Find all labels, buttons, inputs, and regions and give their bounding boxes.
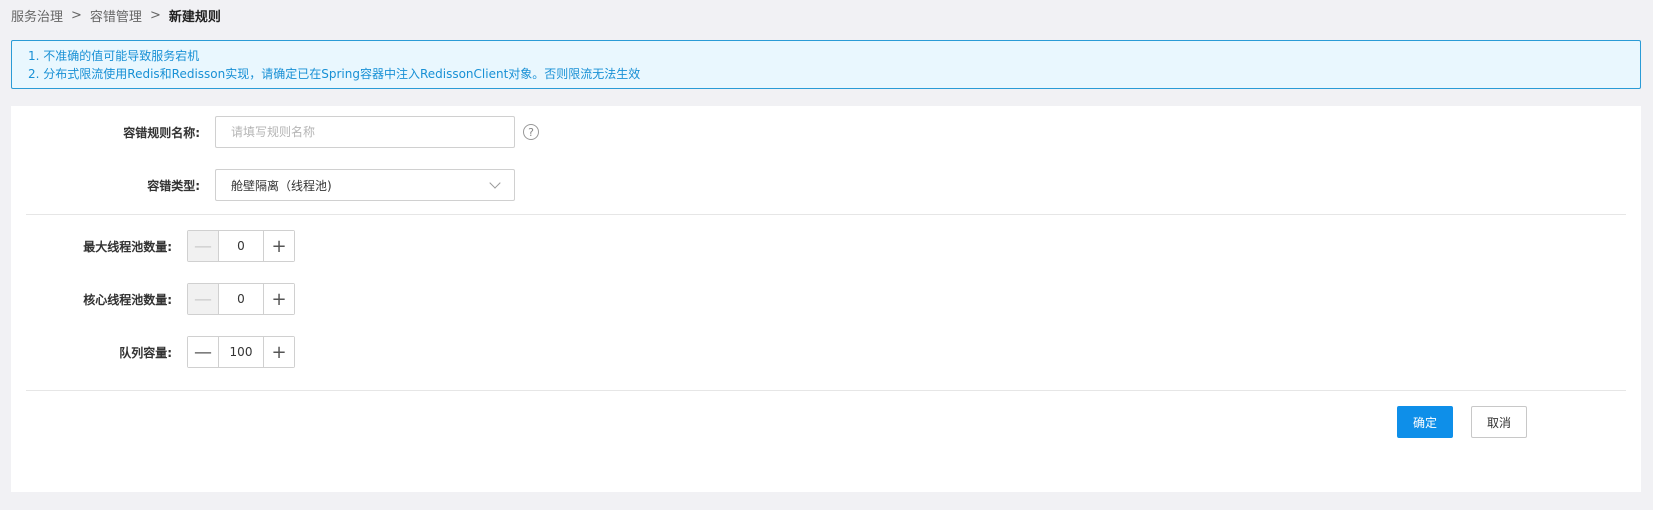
- form-card: 容错规则名称: ? 容错类型: 舱壁隔离（线程池) 最大线程池数量: — 0 +…: [11, 106, 1641, 492]
- plus-icon: +: [271, 341, 287, 363]
- breadcrumb-separator: >: [71, 7, 82, 23]
- queue-capacity-value[interactable]: 100: [219, 337, 263, 367]
- core-threads-stepper: — 0 +: [187, 283, 295, 315]
- queue-capacity-label: 队列容量:: [119, 345, 172, 360]
- breadcrumb-separator: >: [149, 7, 161, 23]
- rule-name-input[interactable]: [215, 116, 515, 148]
- breadcrumb-item-fault-tolerance[interactable]: 容错管理: [90, 6, 142, 25]
- max-threads-increment-button[interactable]: +: [263, 231, 294, 261]
- notice-line-2: 2. 分布式限流使用Redis和Redisson实现，请确定已在Spring容器…: [28, 67, 641, 81]
- core-threads-value[interactable]: 0: [219, 284, 263, 314]
- chevron-down-icon: [489, 177, 501, 189]
- max-threads-decrement-button[interactable]: —: [188, 231, 219, 261]
- form-row-core-threads: 核心线程池数量: — 0 +: [11, 283, 295, 315]
- core-threads-increment-button[interactable]: +: [263, 284, 294, 314]
- minus-icon: —: [194, 341, 212, 363]
- form-row-max-threads: 最大线程池数量: — 0 +: [11, 230, 295, 262]
- minus-icon: —: [194, 288, 212, 310]
- form-row-rule-name: 容错规则名称: ?: [11, 116, 539, 148]
- breadcrumb: 服务治理 > 容错管理 > 新建规则: [11, 5, 221, 25]
- actions-divider: [26, 390, 1626, 391]
- fault-type-label: 容错类型:: [147, 178, 200, 193]
- breadcrumb-current: 新建规则: [168, 9, 221, 25]
- max-threads-stepper: — 0 +: [187, 230, 295, 262]
- core-threads-decrement-button[interactable]: —: [188, 284, 219, 314]
- page: 服务治理 > 容错管理 > 新建规则 1. 不准确的值可能导致服务宕机 2. 分…: [0, 0, 1653, 510]
- max-threads-label: 最大线程池数量:: [83, 239, 172, 254]
- plus-icon: +: [271, 235, 287, 257]
- notice-banner: 1. 不准确的值可能导致服务宕机 2. 分布式限流使用Redis和Redisso…: [11, 40, 1641, 89]
- core-threads-label: 核心线程池数量:: [83, 292, 172, 307]
- breadcrumb-item-service-governance[interactable]: 服务治理: [11, 6, 63, 25]
- cancel-button[interactable]: 取消: [1471, 406, 1527, 438]
- form-row-queue-capacity: 队列容量: — 100 +: [11, 336, 295, 368]
- plus-icon: +: [271, 288, 287, 310]
- rule-name-label: 容错规则名称:: [123, 125, 200, 140]
- confirm-button[interactable]: 确定: [1397, 406, 1453, 438]
- max-threads-value[interactable]: 0: [219, 231, 263, 261]
- queue-capacity-decrement-button[interactable]: —: [188, 337, 219, 367]
- queue-capacity-increment-button[interactable]: +: [263, 337, 294, 367]
- notice-line-1: 1. 不准确的值可能导致服务宕机: [28, 49, 200, 63]
- minus-icon: —: [194, 235, 212, 257]
- queue-capacity-stepper: — 100 +: [187, 336, 295, 368]
- question-circle-icon[interactable]: ?: [523, 124, 539, 140]
- form-row-fault-type: 容错类型: 舱壁隔离（线程池): [11, 169, 515, 201]
- section-divider: [26, 214, 1626, 215]
- fault-type-selected-value: 舱壁隔离（线程池): [231, 178, 332, 193]
- fault-type-select[interactable]: 舱壁隔离（线程池): [215, 169, 515, 201]
